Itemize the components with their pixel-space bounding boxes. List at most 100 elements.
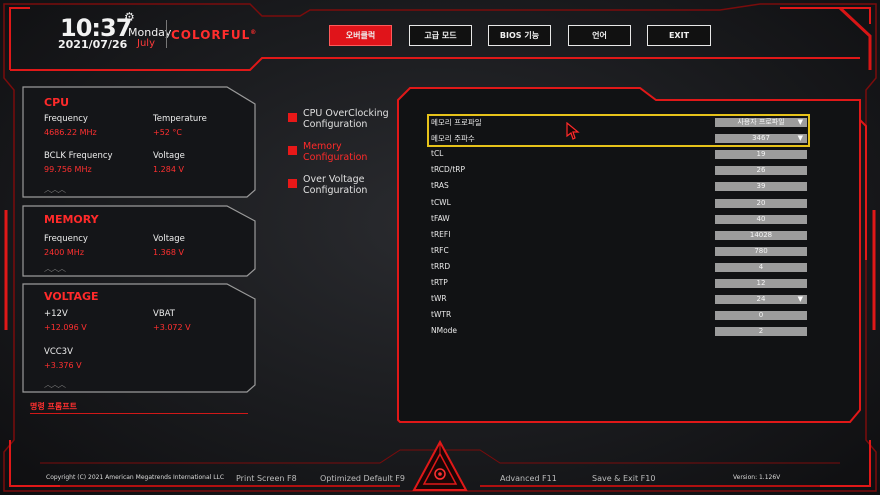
month: July xyxy=(137,38,155,49)
setting-value: 0 xyxy=(758,311,764,319)
menu-label-line2: Configuration xyxy=(303,185,368,196)
setting-label: tWTR xyxy=(431,310,452,319)
vcc3-value: +3.376 V xyxy=(44,361,82,370)
memory-voltage-label: Voltage xyxy=(153,234,185,244)
panel-ornament: ︿︿︿ xyxy=(44,185,66,194)
cpu-frequency-label: Frequency xyxy=(44,114,88,124)
setting-value-field[interactable]: 20 xyxy=(715,199,807,208)
cpu-temperature-label: Temperature xyxy=(153,114,207,124)
menu-bullet xyxy=(288,113,297,122)
setting-value-field[interactable]: 12 xyxy=(715,279,807,288)
memory-frequency-label: Frequency xyxy=(44,234,88,244)
setting-value: 39 xyxy=(756,182,766,190)
menu-memory-configuration[interactable]: Memory Configuration xyxy=(288,141,367,163)
setting-value-field[interactable]: 0 xyxy=(715,311,807,320)
brand-logo: COLORFUL® xyxy=(171,28,257,42)
tab-bios-features[interactable]: BIOS 기능 xyxy=(488,25,551,46)
memory-voltage-value: 1.368 V xyxy=(153,248,184,257)
setting-value: 780 xyxy=(754,247,768,255)
cpu-frequency-value: 4686.22 MHz xyxy=(44,128,97,137)
menu-cpu-overclocking[interactable]: CPU OverClocking Configuration xyxy=(288,108,389,130)
setting-value: 14028 xyxy=(749,231,773,239)
memory-frequency-value: 2400 MHz xyxy=(44,248,85,257)
setting-value-field[interactable]: 4 xyxy=(715,263,807,272)
cpu-voltage-label: Voltage xyxy=(153,151,185,161)
setting-value: 24 xyxy=(756,295,766,303)
setting-label: tFAW xyxy=(431,214,450,223)
memory-panel: MEMORY Frequency 2400 MHz Voltage 1.368 … xyxy=(22,205,256,277)
setting-label: tRFC xyxy=(431,246,449,255)
command-prompt-underline xyxy=(30,413,248,414)
menu-label: Over Voltage Configuration xyxy=(303,174,367,196)
menu-label-line2: Configuration xyxy=(303,152,368,163)
v12-label: +12V xyxy=(44,309,68,319)
menu-bullet xyxy=(288,146,297,155)
cpu-panel: CPU Frequency 4686.22 MHz Temperature +5… xyxy=(22,86,256,198)
v12-value: +12.096 V xyxy=(44,323,87,332)
triangle-down-icon[interactable]: ▼ xyxy=(798,295,803,304)
setting-value: 19 xyxy=(756,150,766,158)
cpu-voltage-value: 1.284 V xyxy=(153,165,184,174)
save-exit-f10[interactable]: Save & Exit F10 xyxy=(592,474,655,483)
setting-label: tRAS xyxy=(431,181,449,190)
vbat-value: +3.072 V xyxy=(153,323,191,332)
copyright: Copyright (C) 2021 American Megatrends I… xyxy=(46,474,225,481)
setting-label: NMode xyxy=(431,326,458,335)
setting-value-field[interactable]: 19 xyxy=(715,150,807,159)
selection-highlight xyxy=(427,114,810,147)
clock-date: 2021/07/26 xyxy=(58,38,128,51)
menu-over-voltage[interactable]: Over Voltage Configuration xyxy=(288,174,367,196)
setting-value-field[interactable]: 40 xyxy=(715,215,807,224)
setting-value-field[interactable]: 14028 xyxy=(715,231,807,240)
menu-label: Memory Configuration xyxy=(303,141,367,163)
setting-value: 26 xyxy=(756,166,766,174)
setting-label: tCL xyxy=(431,149,444,158)
menu-bullet xyxy=(288,179,297,188)
setting-label: tRTP xyxy=(431,278,448,287)
panel-ornament: ︿︿︿ xyxy=(44,380,66,389)
header-divider xyxy=(166,20,167,48)
gear-icon[interactable]: ⚙ xyxy=(124,10,135,24)
tab-language[interactable]: 언어 xyxy=(568,25,631,46)
cpu-title: CPU xyxy=(44,96,70,109)
brand-name: COLORFUL xyxy=(171,28,251,42)
setting-value-field[interactable]: 39 xyxy=(715,182,807,191)
print-screen-f8[interactable]: Print Screen F8 xyxy=(236,474,297,483)
menu-label-line1: CPU OverClocking xyxy=(303,108,389,119)
triangle-eye-emblem-icon xyxy=(412,440,468,491)
memory-title: MEMORY xyxy=(44,213,99,226)
setting-value-field[interactable]: 780 xyxy=(715,247,807,256)
advanced-f11[interactable]: Advanced F11 xyxy=(500,474,557,483)
setting-value: 2 xyxy=(758,327,764,335)
brand-mark: ® xyxy=(250,29,258,36)
setting-value: 40 xyxy=(756,215,766,223)
menu-label-line1: Over Voltage xyxy=(303,174,365,185)
command-prompt-link[interactable]: 명령 프롬프트 xyxy=(30,401,77,412)
menu-label: CPU OverClocking Configuration xyxy=(303,108,389,130)
tab-overclock[interactable]: 오버클럭 xyxy=(329,25,392,46)
cpu-bclk-value: 99.756 MHz xyxy=(44,165,92,174)
tab-advanced-mode[interactable]: 고급 모드 xyxy=(409,25,472,46)
menu-label-line1: Memory xyxy=(303,141,342,152)
setting-label: tRCD/tRP xyxy=(431,165,465,174)
setting-dropdown[interactable]: 24 ▼ xyxy=(715,295,807,304)
setting-label: tREFI xyxy=(431,230,451,239)
setting-label: tRRD xyxy=(431,262,451,271)
voltage-title: VOLTAGE xyxy=(44,290,99,303)
voltage-panel: VOLTAGE +12V +12.096 V VBAT +3.072 V VCC… xyxy=(22,283,256,393)
setting-value-field[interactable]: 26 xyxy=(715,166,807,175)
optimized-default-f9[interactable]: Optimized Default F9 xyxy=(320,474,405,483)
version: Version: 1.126V xyxy=(733,474,781,481)
tab-exit[interactable]: EXIT xyxy=(647,25,711,46)
vbat-label: VBAT xyxy=(153,309,175,319)
panel-ornament: ︿︿︿ xyxy=(44,264,66,273)
menu-label-line2: Configuration xyxy=(303,119,368,130)
setting-value-field[interactable]: 2 xyxy=(715,327,807,336)
mouse-pointer-icon xyxy=(566,122,580,140)
vcc3-label: VCC3V xyxy=(44,347,73,357)
setting-value: 20 xyxy=(756,199,766,207)
setting-value: 4 xyxy=(758,263,764,271)
setting-label: tWR xyxy=(431,294,447,303)
cpu-bclk-label: BCLK Frequency xyxy=(44,151,113,161)
cpu-temperature-value: +52 °C xyxy=(153,128,183,137)
